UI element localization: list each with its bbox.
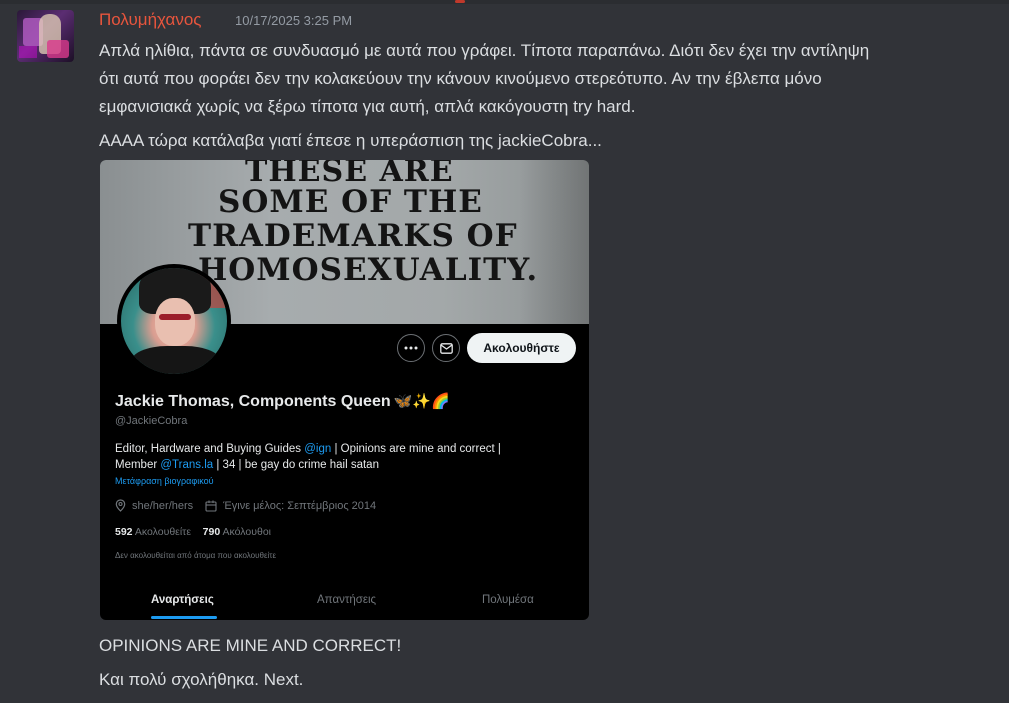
message-line-2: ότι αυτά που φοράει δεν την κολακεύουν τ… (99, 69, 822, 88)
message-line-5: OPINIONS ARE MINE AND CORRECT! (99, 636, 402, 655)
profile-meta: she/her/hers Έγινε μέλος: Σεπτέμβριος 20… (115, 499, 376, 512)
profile-stats: 592 Ακολουθείτε 790 Ακόλουθοι (115, 526, 271, 538)
tab-posts: Αναρτήσεις (151, 594, 214, 606)
tab-replies: Απαντήσεις (317, 594, 377, 606)
banner-text-4: HOMOSEXUALITY. (198, 252, 539, 288)
translate-bio-link: Μετάφραση βιογραφικού (115, 476, 214, 486)
tab-media: Πολυμέσα (482, 594, 534, 606)
banner-text-3: TRADEMARKS OF (188, 218, 518, 254)
location-icon (115, 499, 126, 512)
message-line-1: Απλά ηλίθια, πάντα σε συνδυασμό με αυτά … (99, 41, 870, 60)
active-tab-indicator (151, 616, 217, 619)
message-line-4: ΑΑΑΑ τώρα κατάλαβα γιατί έπεσε η υπεράσπ… (99, 131, 602, 150)
message-line-6: Και πολύ σχολήθηκα. Next. (99, 670, 304, 689)
banner-text-2: SOME OF THE (218, 184, 483, 220)
profile-bio: Editor, Hardware and Buying Guides @ign … (115, 443, 501, 471)
message-envelope-icon (432, 334, 460, 362)
followers-you-know-note: Δεν ακολουθείται από άτομα που ακολουθεί… (115, 551, 277, 560)
profile-display-name: Jackie Thomas, Components Queen 🦋✨🌈 (115, 393, 450, 410)
previous-message-edge (0, 0, 1009, 4)
name-emojis: 🦋✨🌈 (393, 393, 450, 410)
more-options-icon (397, 334, 425, 362)
message-username[interactable]: Πολυμήχανος (99, 10, 202, 30)
profile-handle: @JackieCobra (115, 415, 188, 427)
user-avatar[interactable] (17, 10, 74, 62)
embedded-profile-image[interactable]: THESE ARE SOME OF THE TRADEMARKS OF HOMO… (100, 160, 589, 620)
message-line-3: εμφανισιακά χωρίς να ξέρω τίποτα για αυτ… (99, 97, 636, 116)
calendar-icon (205, 500, 217, 512)
message-timestamp: 10/17/2025 3:25 PM (235, 13, 353, 28)
profile-picture (117, 264, 231, 378)
follow-button: Ακολουθήστε (467, 333, 576, 363)
